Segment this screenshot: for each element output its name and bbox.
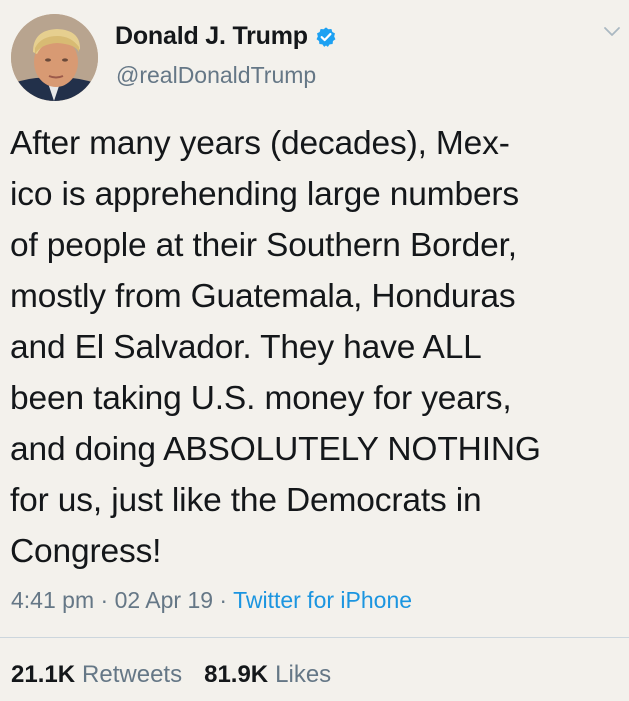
chevron-down-icon[interactable] [603, 26, 621, 38]
verified-badge-icon [316, 26, 336, 47]
meta-separator: · [213, 587, 234, 613]
author-row: Donald J. Trump [115, 22, 337, 51]
avatar[interactable] [11, 14, 98, 101]
tweet-meta: 4:41 pm · 02 Apr 19 · Twitter for iPhone [11, 587, 412, 614]
meta-separator: · [94, 587, 115, 613]
likes-count: 81.9K [204, 661, 269, 688]
likes-label: Likes [275, 661, 332, 688]
tweet-time[interactable]: 4:41 pm [11, 587, 94, 613]
profile-photo [11, 14, 98, 101]
tweet-card: Donald J. Trump @realDonaldTrump After m… [0, 0, 629, 701]
divider [0, 637, 629, 638]
tweet-stats: 21.1K Retweets 81.9K Likes [11, 661, 353, 689]
tweet-date[interactable]: 02 Apr 19 [115, 587, 213, 613]
likes-stat[interactable]: 81.9K Likes [204, 661, 331, 689]
tweet-text: After many years (decades), Mex- ico is … [10, 125, 541, 570]
author-handle[interactable]: @realDonaldTrump [116, 62, 316, 89]
retweets-stat[interactable]: 21.1K Retweets [11, 661, 182, 689]
tweet-source-link[interactable]: Twitter for iPhone [233, 587, 412, 613]
retweets-count: 21.1K [11, 661, 76, 688]
retweets-label: Retweets [82, 661, 183, 688]
author-display-name[interactable]: Donald J. Trump [115, 22, 308, 51]
